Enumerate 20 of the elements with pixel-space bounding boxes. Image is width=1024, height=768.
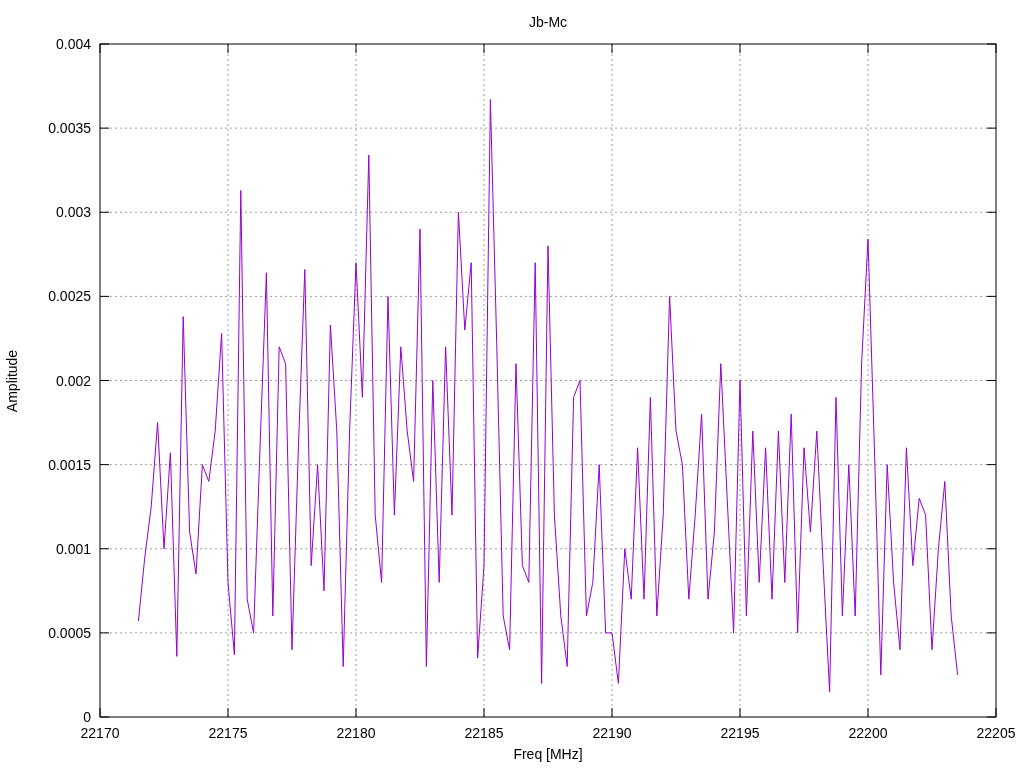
- tick-label: 22200: [848, 725, 888, 741]
- tick-label: 22175: [208, 725, 248, 741]
- tick-label: 0.0035: [48, 120, 91, 137]
- tick-label: 0.0005: [48, 624, 91, 641]
- tick-label: 22170: [80, 725, 120, 741]
- tick-label: 0.003: [55, 204, 91, 221]
- tick-label: 0.001: [55, 540, 91, 557]
- chart-title: Jb-Mc: [528, 14, 568, 30]
- tick-label: 0: [83, 709, 91, 725]
- tick-label: 22190: [592, 725, 632, 741]
- tick-label: 0.0015: [48, 456, 91, 473]
- axis-label: Amplitude: [4, 349, 20, 413]
- tick-label: 0.004: [55, 36, 91, 52]
- tick-label: 0.0025: [48, 288, 91, 305]
- tick-label: 22185: [464, 725, 504, 741]
- tick-label: 22195: [720, 725, 760, 741]
- tick-label: 0.002: [55, 372, 91, 389]
- tick-label: 22205: [976, 725, 1016, 741]
- axis-label: Freq [MHz]: [513, 746, 583, 762]
- tick-label: 22180: [336, 725, 376, 741]
